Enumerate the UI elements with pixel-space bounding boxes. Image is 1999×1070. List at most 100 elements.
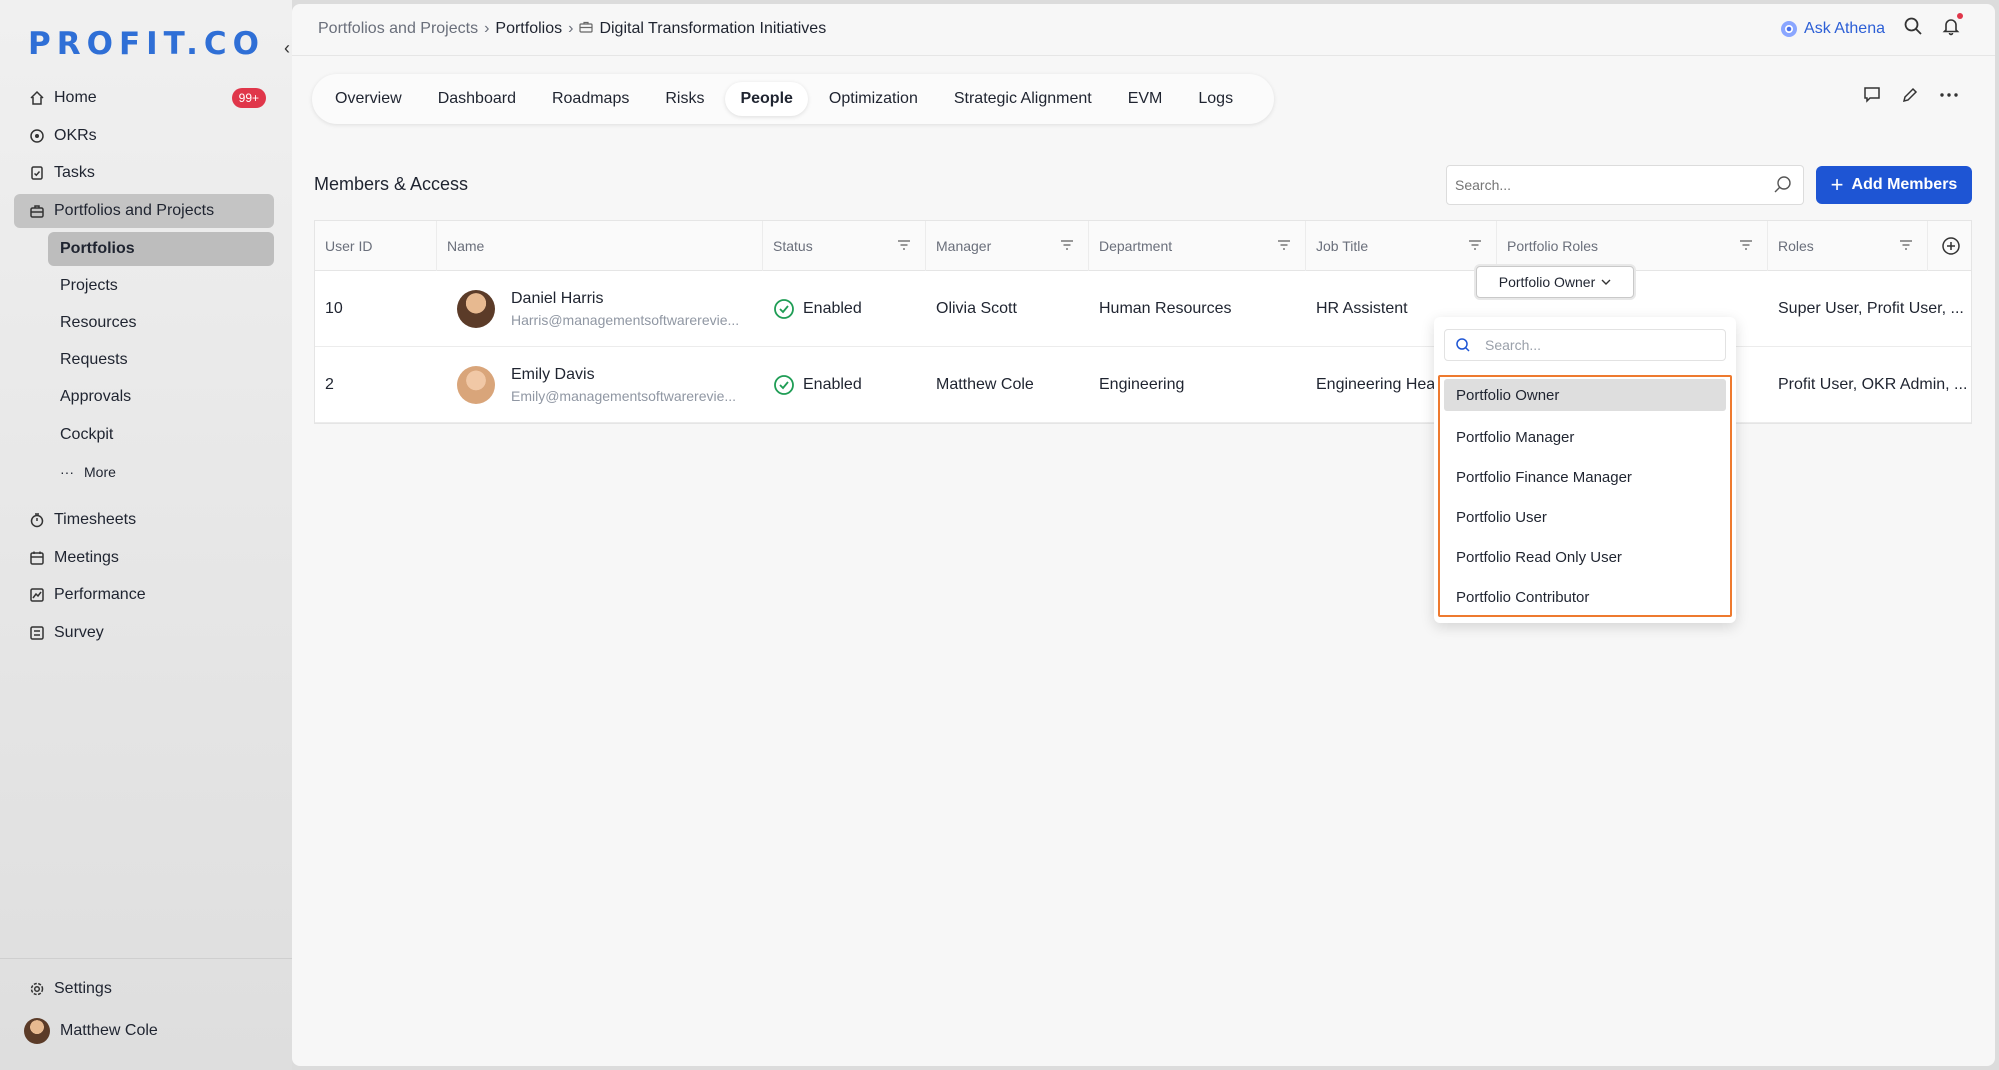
add-members-label: Add Members [1851,176,1958,193]
column-header-manager[interactable]: Manager [926,221,1089,271]
tab-overview[interactable]: Overview [320,82,417,116]
breadcrumb-separator: › [568,20,574,37]
sidebar-sub-portfolios[interactable]: Portfolios [48,232,274,266]
members-search-input[interactable] [1446,165,1766,205]
sidebar-item-meetings[interactable]: Meetings [14,541,274,575]
tab-roadmaps[interactable]: Roadmaps [537,82,644,116]
tab-evm[interactable]: EVM [1113,82,1178,116]
column-header-department[interactable]: Department [1089,221,1306,271]
sidebar-item-survey[interactable]: Survey [14,616,274,650]
sidebar-item-label: Home [54,89,97,106]
sidebar-item-settings[interactable]: Settings [14,972,274,1006]
dropdown-search-placeholder: Search... [1485,337,1542,353]
option-portfolio-finance-manager[interactable]: Portfolio Finance Manager [1444,457,1726,497]
dropdown-search[interactable]: Search... [1444,329,1726,361]
sidebar-item-label: Timesheets [54,511,137,528]
option-portfolio-user[interactable]: Portfolio User [1444,497,1726,537]
sidebar-item-okrs[interactable]: OKRs [14,119,274,153]
sidebar-item-timesheets[interactable]: Timesheets [14,503,274,537]
tab-people[interactable]: People [725,82,808,116]
collapse-sidebar-icon[interactable]: ‹ [284,38,290,59]
athena-icon [1781,20,1798,37]
sidebar-sub-resources[interactable]: Resources [48,306,274,340]
sidebar-divider [0,958,292,959]
breadcrumb-separator: › [484,20,490,37]
user-name: Matthew Cole [60,1022,158,1039]
edit-icon[interactable] [1901,86,1919,109]
add-members-button[interactable]: + Add Members [1816,166,1972,204]
comment-icon[interactable] [1863,86,1881,109]
cell-job-title: Engineering Hea [1316,376,1436,393]
option-portfolio-manager[interactable]: Portfolio Manager [1444,417,1726,457]
clipboard-check-icon [28,164,46,182]
bell-icon[interactable] [1941,13,1963,41]
sidebar-item-tasks[interactable]: Tasks [14,156,274,190]
more-options-icon[interactable] [1939,86,1959,109]
sidebar-item-label: Meetings [54,549,119,566]
sidebar-item-performance[interactable]: Performance [14,578,274,612]
tab-strategic-alignment[interactable]: Strategic Alignment [939,82,1107,116]
add-column-button[interactable] [1928,221,1973,271]
check-circle-icon [774,375,794,395]
option-portfolio-owner[interactable]: Portfolio Owner [1444,379,1726,411]
filter-icon[interactable] [1277,238,1291,254]
cell-manager: Olivia Scott [936,300,1017,317]
cell-status: Enabled [763,347,862,423]
breadcrumb-portfolios[interactable]: Portfolios [495,20,562,38]
dropdown-options: Portfolio Owner Portfolio Manager Portfo… [1438,375,1732,617]
notification-dot [1957,13,1963,19]
members-search-button[interactable] [1762,165,1804,205]
member-name[interactable]: Daniel Harris [511,290,739,308]
more-dots-icon: ··· [60,464,74,480]
sidebar-sub-approvals[interactable]: Approvals [48,380,274,414]
filter-icon[interactable] [1899,238,1913,254]
cell-user-id: 10 [325,300,343,317]
avatar [24,1018,50,1044]
user-profile[interactable]: Matthew Cole [14,1014,274,1048]
filter-icon[interactable] [1468,238,1482,254]
sidebar-sub-more[interactable]: ··· More [48,455,274,489]
portfolio-icon [579,20,594,38]
column-header-user-id[interactable]: User ID [315,221,437,271]
more-label: More [84,464,116,480]
sidebar-sub-projects[interactable]: Projects [48,269,274,303]
chart-line-icon [28,586,46,604]
option-portfolio-read-only-user[interactable]: Portfolio Read Only User [1444,537,1726,577]
section-title: Members & Access [314,174,469,194]
tab-dashboard[interactable]: Dashboard [423,82,531,116]
cell-user-id: 2 [325,376,334,393]
column-header-status[interactable]: Status [763,221,926,271]
option-portfolio-contributor[interactable]: Portfolio Contributor [1444,577,1726,617]
sidebar-item-label: Survey [54,624,104,641]
breadcrumb-root[interactable]: Portfolios and Projects [318,20,478,38]
member-name[interactable]: Emily Davis [511,366,736,384]
cell-manager: Matthew Cole [936,376,1034,393]
tab-optimization[interactable]: Optimization [814,82,933,116]
profit-co-logo[interactable]: PROFIT.CO [28,26,265,62]
search-icon [1456,338,1470,352]
cell-department: Human Resources [1099,300,1232,317]
filter-icon[interactable] [897,238,911,254]
sidebar-sub-requests[interactable]: Requests [48,343,274,377]
cell-name: Emily Davis Emily@managementsoftwarerevi… [447,347,736,423]
column-header-roles[interactable]: Roles [1768,221,1928,271]
sidebar-item-portfolios-and-projects[interactable]: Portfolios and Projects [14,194,274,228]
plus-circle-icon [1941,237,1960,255]
tab-risks[interactable]: Risks [650,82,719,116]
status-label: Enabled [803,376,862,393]
sidebar-item-home[interactable]: Home 99+ [14,81,274,115]
sidebar-sub-cockpit[interactable]: Cockpit [48,418,274,452]
column-header-name[interactable]: Name [437,221,763,271]
sidebar-item-label: Settings [54,980,112,997]
portfolio-role-select[interactable]: Portfolio Owner [1476,266,1634,298]
cell-name: Daniel Harris Harris@managementsoftwarer… [447,271,739,347]
column-header-job-title[interactable]: Job Title [1306,221,1497,271]
top-bar: Portfolios and Projects › Portfolios › D… [292,4,1995,56]
filter-icon[interactable] [1739,238,1753,254]
ask-athena-button[interactable]: Ask Athena [1780,20,1885,38]
column-header-portfolio-roles[interactable]: Portfolio Roles [1497,221,1768,271]
filter-icon[interactable] [1060,238,1074,254]
search-icon[interactable] [1903,16,1923,41]
notification-badge: 99+ [231,88,266,108]
tab-logs[interactable]: Logs [1183,82,1248,116]
